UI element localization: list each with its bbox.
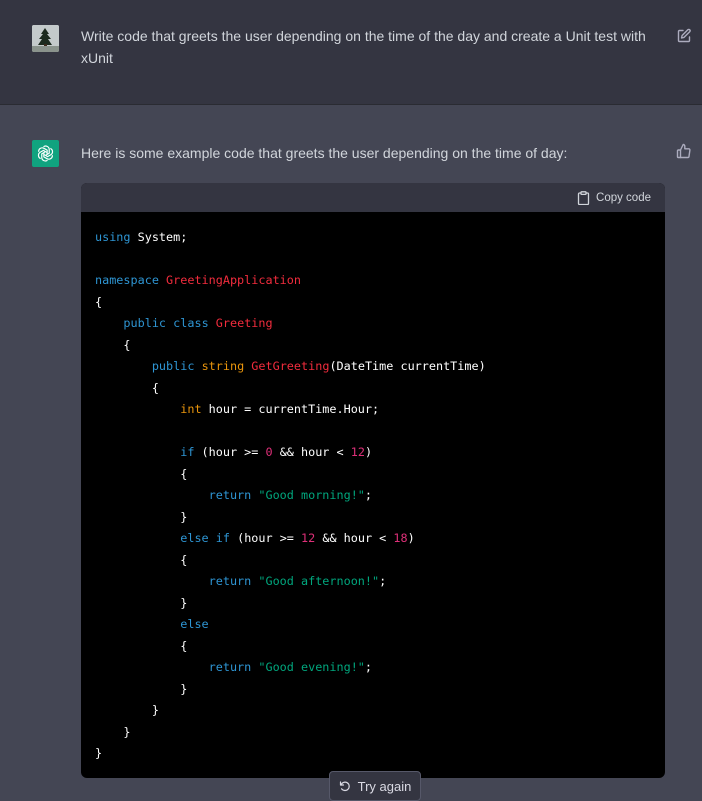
user-message-text: Write code that greets the user dependin… xyxy=(81,26,671,69)
thumbs-up-icon[interactable] xyxy=(676,143,692,159)
user-message-row: Write code that greets the user dependin… xyxy=(0,0,702,105)
assistant-message-row: Here is some example code that greets th… xyxy=(0,105,702,801)
code-block: Copy code using System; namespace Greeti… xyxy=(81,183,665,778)
try-again-label: Try again xyxy=(357,778,412,794)
chatgpt-logo-icon xyxy=(32,140,59,167)
edit-icon[interactable] xyxy=(676,28,692,44)
user-avatar xyxy=(32,25,59,52)
refresh-icon xyxy=(339,781,350,792)
try-again-button[interactable]: Try again xyxy=(329,771,421,801)
copy-code-button[interactable]: Copy code xyxy=(577,190,651,205)
user-message-line-1: Write code that greets the user dependin… xyxy=(81,28,646,44)
code-block-header: Copy code xyxy=(81,183,665,212)
user-avatar-image xyxy=(32,25,59,52)
assistant-intro-text: Here is some example code that greets th… xyxy=(81,145,568,161)
code-content: using System; namespace GreetingApplicat… xyxy=(95,230,486,760)
clipboard-icon xyxy=(577,190,590,205)
copy-code-label: Copy code xyxy=(596,191,651,204)
user-message-line-2: xUnit xyxy=(81,49,113,66)
